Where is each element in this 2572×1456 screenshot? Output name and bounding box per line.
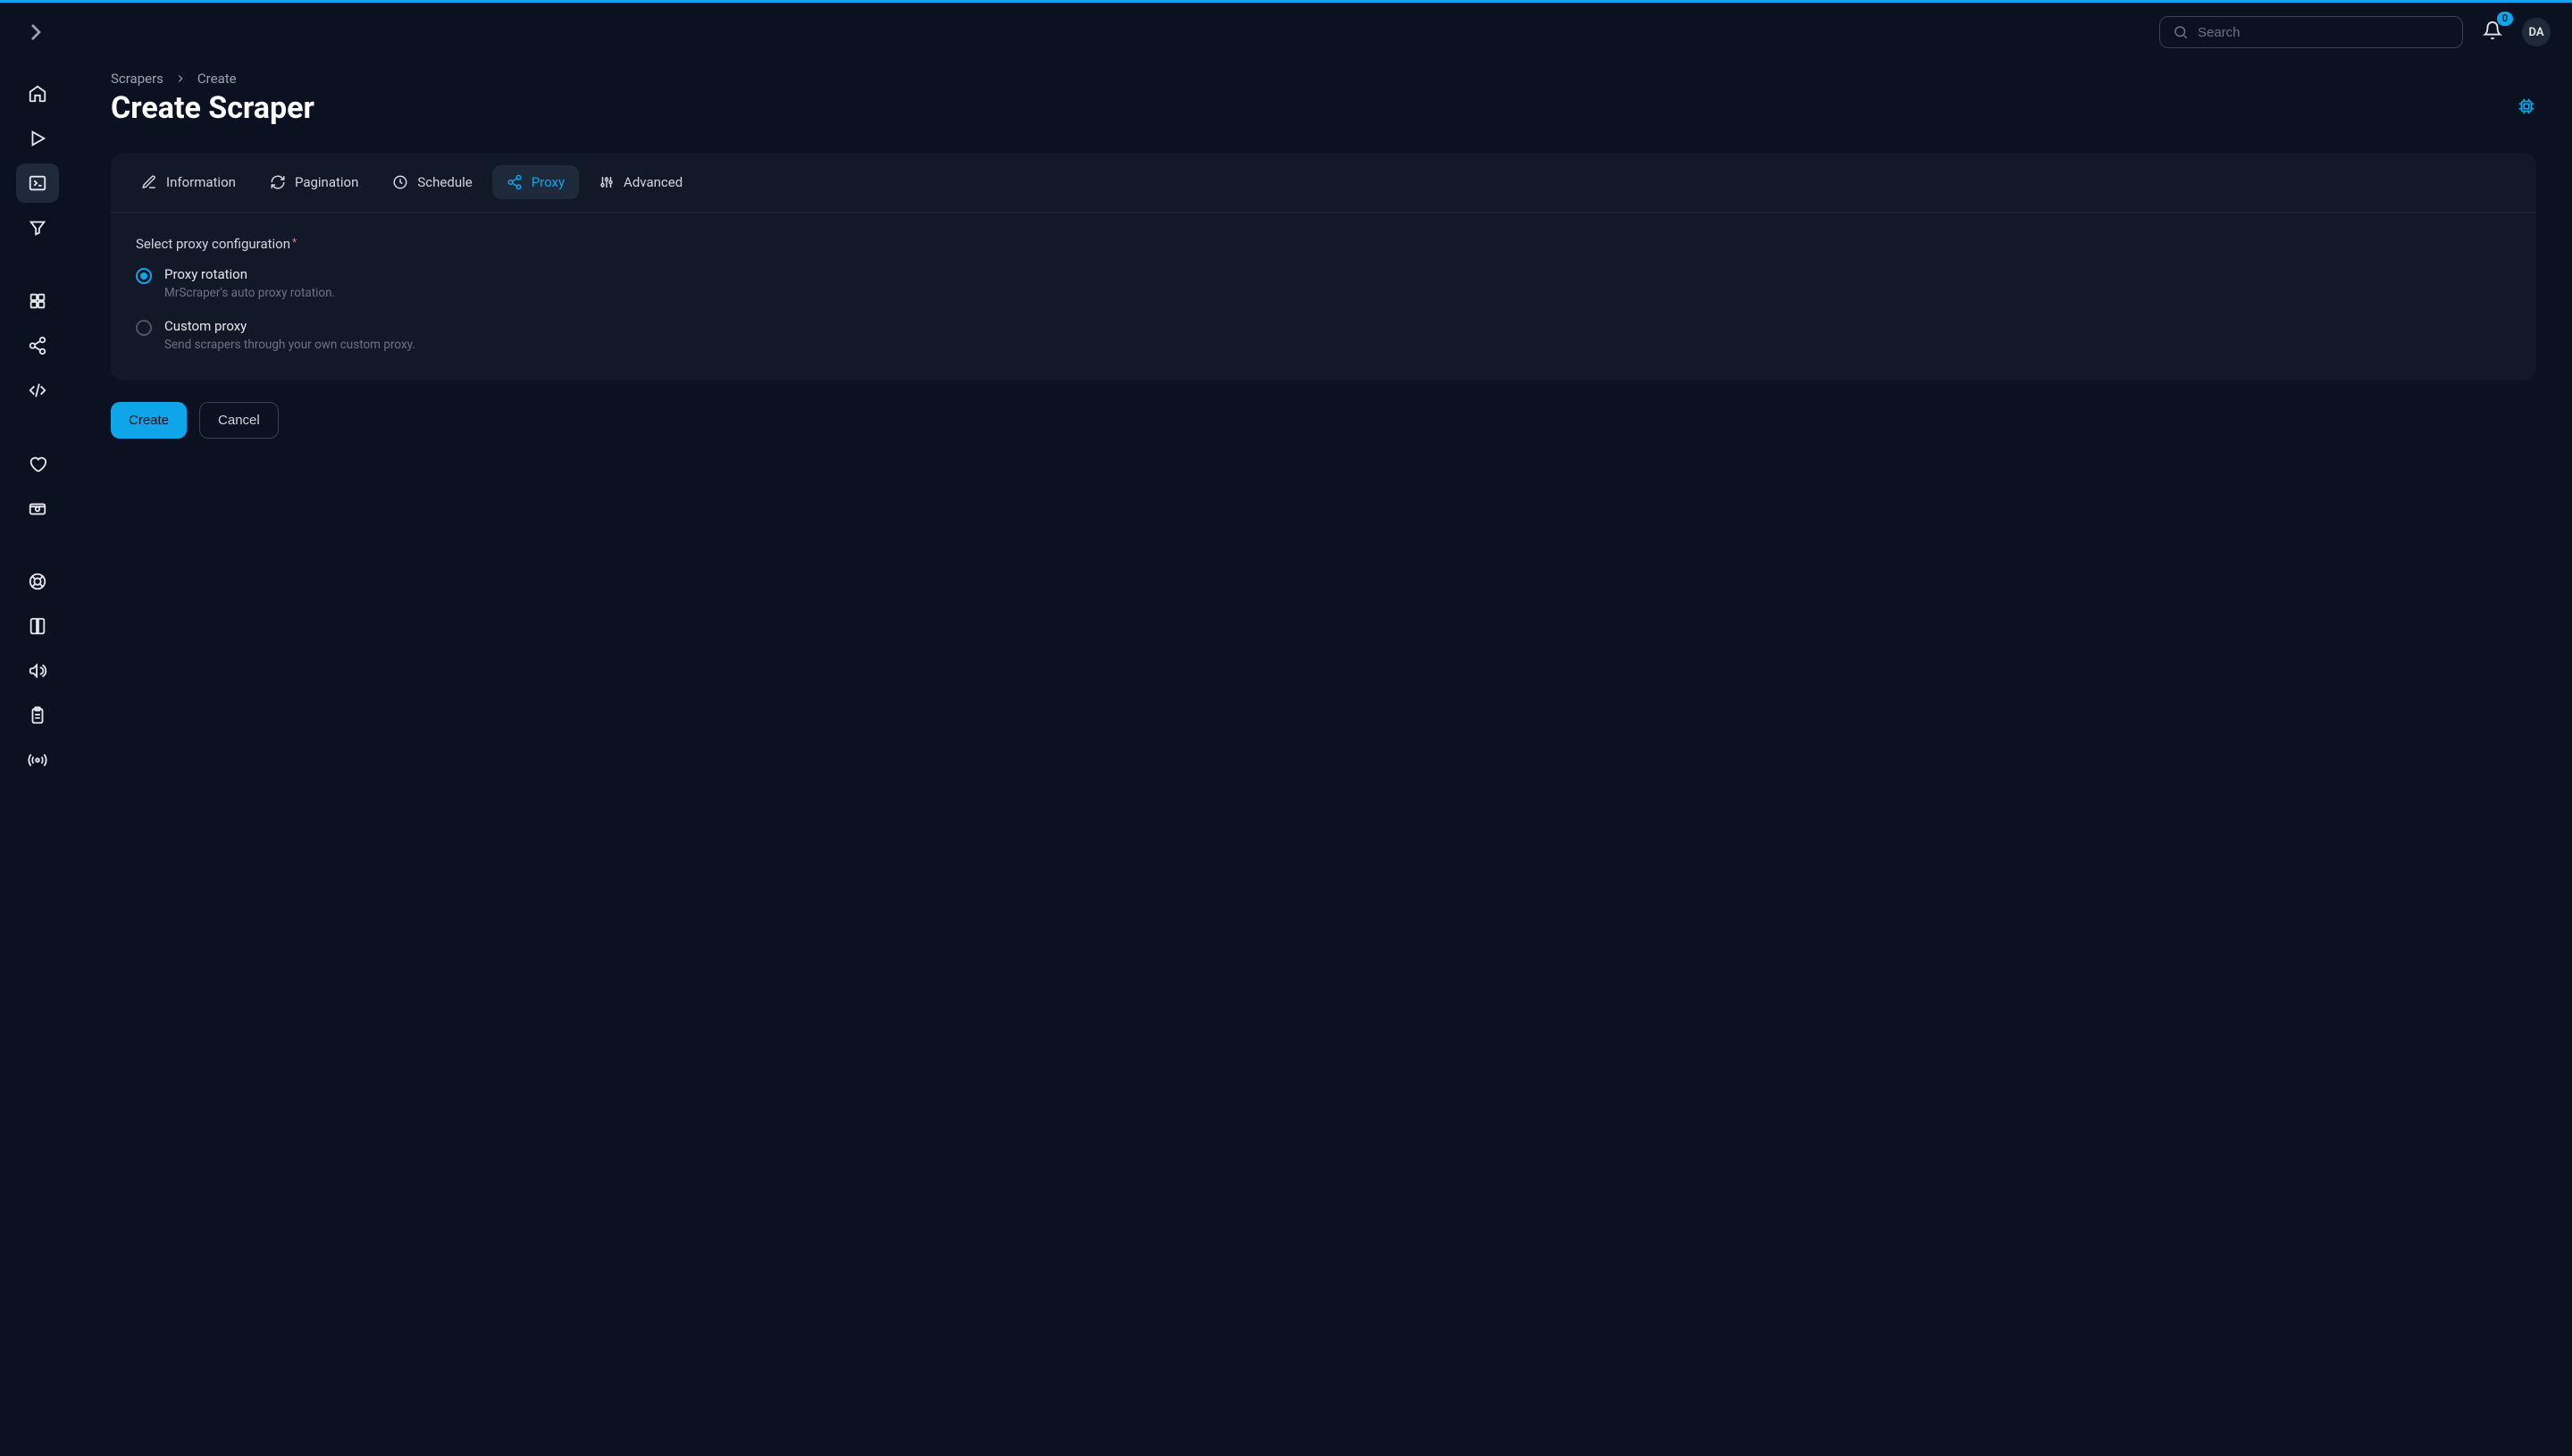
clipboard-icon: [28, 706, 47, 725]
tab-pagination[interactable]: Pagination: [256, 165, 373, 199]
tab-schedule[interactable]: Schedule: [378, 165, 486, 199]
radio-proxy-rotation[interactable]: Proxy rotation MrScraper's auto proxy ro…: [136, 266, 2511, 300]
chip-button[interactable]: [2517, 96, 2536, 120]
grid-icon: [28, 291, 47, 311]
nav-billing[interactable]: [16, 489, 59, 528]
nav-terminal[interactable]: [16, 163, 59, 203]
share-icon: [507, 174, 523, 190]
notifications-button[interactable]: 0: [2477, 15, 2508, 49]
radio-description: MrScraper's auto proxy rotation.: [164, 286, 335, 300]
nav-share[interactable]: [16, 326, 59, 365]
cash-icon: [28, 498, 47, 518]
search-icon: [2173, 24, 2189, 40]
required-marker: *: [292, 236, 297, 248]
tab-label: Information: [166, 174, 236, 190]
form-panel: Information Pagination Schedule Proxy Ad…: [111, 153, 2536, 381]
book-icon: [28, 616, 47, 636]
code-icon: [28, 381, 47, 400]
nav-home[interactable]: [16, 74, 59, 113]
top-bar: 0 DA: [0, 3, 2572, 62]
breadcrumb-current: Create: [197, 71, 237, 87]
nav-broadcast[interactable]: [16, 741, 59, 780]
sidebar: [0, 62, 75, 1456]
filter-icon: [28, 218, 47, 238]
broadcast-icon: [28, 750, 47, 770]
page-title: Create Scraper: [111, 90, 314, 126]
form-actions: Create Cancel: [111, 402, 2536, 439]
chevron-right-icon: [174, 72, 187, 85]
share-icon: [28, 336, 47, 356]
cancel-button[interactable]: Cancel: [199, 402, 279, 439]
main-content: Scrapers Create Create Scraper Informati…: [75, 62, 2572, 1456]
nav-filter[interactable]: [16, 208, 59, 247]
nav-help[interactable]: [16, 562, 59, 601]
nav-docs[interactable]: [16, 607, 59, 646]
cpu-icon: [2517, 96, 2536, 116]
breadcrumb: Scrapers Create: [111, 62, 2536, 87]
refresh-icon: [270, 174, 286, 190]
sliders-icon: [599, 174, 615, 190]
notifications-badge: 0: [2497, 12, 2513, 26]
tab-label: Advanced: [624, 174, 683, 190]
create-button[interactable]: Create: [111, 402, 187, 439]
nav-clipboard[interactable]: [16, 696, 59, 735]
radio-group-proxy: Proxy rotation MrScraper's auto proxy ro…: [136, 266, 2511, 352]
nav-code[interactable]: [16, 371, 59, 410]
tab-label: Pagination: [295, 174, 358, 190]
radio-title: Proxy rotation: [164, 266, 335, 282]
tab-proxy[interactable]: Proxy: [492, 165, 579, 199]
nav-play[interactable]: [16, 119, 59, 158]
field-label: Select proxy configuration*: [136, 236, 2511, 252]
tab-label: Schedule: [417, 174, 472, 190]
nav-announcements[interactable]: [16, 651, 59, 690]
radio-description: Send scrapers through your own custom pr…: [164, 338, 415, 352]
lifebuoy-icon: [28, 572, 47, 591]
radio-custom-proxy[interactable]: Custom proxy Send scrapers through your …: [136, 318, 2511, 352]
proxy-panel: Select proxy configuration* Proxy rotati…: [111, 213, 2536, 381]
chevron-right-icon: [21, 18, 50, 46]
breadcrumb-root[interactable]: Scrapers: [111, 71, 163, 87]
search-box[interactable]: [2159, 16, 2463, 48]
home-icon: [28, 84, 47, 104]
tab-advanced[interactable]: Advanced: [584, 165, 697, 199]
search-input[interactable]: [2198, 25, 2450, 40]
clock-icon: [392, 174, 408, 190]
megaphone-icon: [28, 661, 47, 681]
play-icon: [28, 129, 47, 148]
tab-information[interactable]: Information: [127, 165, 250, 199]
nav-apps[interactable]: [16, 281, 59, 321]
heart-icon: [28, 454, 47, 473]
tab-label: Proxy: [532, 174, 565, 190]
nav-favorites[interactable]: [16, 444, 59, 483]
radio-title: Custom proxy: [164, 318, 415, 334]
tabs: Information Pagination Schedule Proxy Ad…: [111, 153, 2536, 213]
radio-indicator: [136, 320, 152, 336]
radio-indicator: [136, 268, 152, 284]
avatar[interactable]: DA: [2522, 18, 2551, 46]
sidebar-expand-button[interactable]: [21, 18, 50, 46]
edit-icon: [141, 174, 157, 190]
terminal-icon: [28, 173, 47, 193]
